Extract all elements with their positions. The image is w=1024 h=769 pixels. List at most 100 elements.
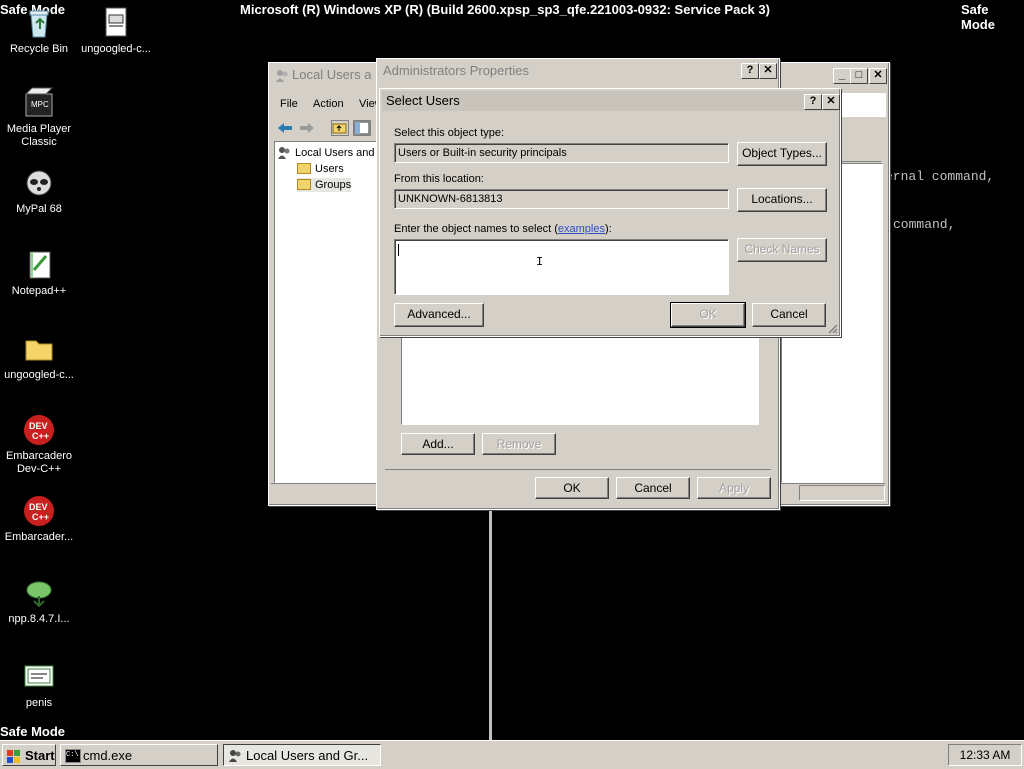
desktop-icon-label: Recycle Bin [9, 43, 69, 55]
minimize-button[interactable]: _ [833, 68, 851, 84]
names-label: Enter the object names to select (exampl… [394, 223, 612, 235]
tree-root[interactable]: Local Users and [277, 146, 375, 160]
os-build-banner: Microsoft (R) Windows XP (R) (Build 2600… [240, 2, 770, 17]
taskbar-item-label: Local Users and Gr... [246, 748, 369, 763]
select-users-titlebar[interactable]: Select Users [382, 91, 838, 111]
cancel-button[interactable]: Cancel [616, 477, 690, 499]
desktop-icon-label: Notepad++ [11, 285, 67, 297]
remove-member-button[interactable]: Remove [482, 433, 556, 455]
devcpp-icon: DEV C++ [22, 413, 56, 447]
menu-file[interactable]: File [280, 98, 298, 110]
svg-text:MPC: MPC [31, 100, 49, 109]
object-names-input[interactable] [394, 239, 729, 295]
help-button[interactable]: ? [804, 94, 822, 110]
maximize-button[interactable]: □ [850, 68, 868, 84]
open-folder-icon [297, 179, 311, 190]
examples-link[interactable]: examples [558, 223, 605, 235]
tree-pane[interactable] [274, 141, 380, 483]
menu-action[interactable]: Action [313, 98, 344, 110]
taskbar-item-label: cmd.exe [83, 748, 133, 763]
windows-logo-icon [7, 749, 21, 763]
add-member-button[interactable]: Add... [401, 433, 475, 455]
users-icon [228, 748, 242, 762]
media-player-icon: MPC [22, 86, 56, 120]
svg-text:DEV: DEV [29, 421, 48, 431]
forward-arrow-icon[interactable] [300, 122, 314, 134]
raccoon-icon [22, 166, 56, 200]
installer-icon [22, 576, 56, 610]
start-button[interactable]: Start [2, 744, 56, 766]
object-type-field: Users or Built-in security principals [394, 143, 729, 163]
tab-panel-border [385, 469, 771, 470]
resize-grip-icon[interactable] [826, 322, 838, 334]
advanced-button[interactable]: Advanced... [394, 303, 484, 327]
ibeam-cursor-icon: I [536, 255, 544, 269]
devcpp-icon: DEV C++ [22, 494, 56, 528]
svg-text:DEV: DEV [29, 502, 48, 512]
media-player-classic-shortcut[interactable]: MPC Media Player Classic [0, 86, 78, 149]
tree-item-groups[interactable]: Groups [297, 178, 352, 192]
devcpp-shortcut-1[interactable]: DEV C++ Embarcadero Dev-C++ [0, 413, 78, 476]
object-type-label: Select this object type: [394, 127, 505, 139]
top-right-strip [841, 93, 886, 117]
locations-button[interactable]: Locations... [737, 188, 827, 212]
tree-root-label: Local Users and [295, 147, 375, 159]
ok-button[interactable]: OK [670, 302, 746, 328]
help-button[interactable]: ? [741, 63, 759, 79]
console-text-1: ernal command, [885, 169, 995, 184]
certificate-icon [22, 660, 56, 694]
show-tree-icon[interactable] [353, 120, 371, 136]
safe-mode-top-right: Safe Mode [961, 2, 995, 32]
names-label-suffix: ): [604, 223, 612, 235]
mypal-shortcut[interactable]: MyPal 68 [0, 166, 78, 216]
close-button[interactable]: ✕ [822, 94, 840, 110]
desktop-icon-label: ungoogled-c... [4, 369, 74, 381]
recycle-bin-icon [22, 6, 56, 40]
back-arrow-icon[interactable] [278, 122, 292, 134]
names-label-prefix: Enter the object names to select ( [394, 223, 558, 235]
svg-text:C++: C++ [32, 512, 49, 522]
ungoogled-chromium-folder[interactable]: ungoogled-c... [0, 332, 78, 382]
desktop-icon-label: penis [25, 697, 53, 709]
tree-item-users[interactable]: Users [297, 162, 344, 176]
close-button[interactable]: ✕ [869, 68, 887, 84]
penis-shortcut[interactable]: penis [0, 660, 78, 710]
admin-properties-titlebar[interactable]: Administrators Properties [379, 61, 777, 81]
status-panel [799, 485, 885, 501]
taskbar-item-lusrmgr[interactable]: Local Users and Gr... [223, 744, 381, 766]
apply-button[interactable]: Apply [697, 477, 771, 499]
cancel-button[interactable]: Cancel [752, 303, 826, 327]
taskbar-item-cmd[interactable]: C:\ cmd.exe [60, 744, 218, 766]
ok-button[interactable]: OK [535, 477, 609, 499]
lusrmgr-title: Local Users a [292, 67, 372, 82]
devcpp-shortcut-2[interactable]: DEV C++ Embarcader... [0, 494, 78, 544]
ungoogled-chromium-shortcut-1[interactable]: ungoogled-c... [77, 6, 155, 56]
notepadpp-shortcut[interactable]: Notepad++ [0, 248, 78, 298]
notepadpp-icon [22, 248, 56, 282]
check-names-button[interactable]: Check Names [737, 238, 827, 262]
admin-properties-title: Administrators Properties [383, 63, 529, 78]
location-label: From this location: [394, 173, 484, 185]
up-folder-icon[interactable] [331, 120, 349, 136]
members-list[interactable] [401, 337, 759, 425]
select-users-dialog[interactable]: Select Users ? ✕ Select this object type… [379, 88, 841, 337]
npp-installer-shortcut[interactable]: npp.8.4.7.I... [0, 576, 78, 626]
desktop-icon-label: Media Player Classic [6, 123, 72, 148]
object-types-button[interactable]: Object Types... [737, 142, 827, 166]
folder-icon [22, 332, 56, 366]
system-tray: 12:33 AM [948, 744, 1022, 766]
close-button[interactable]: ✕ [759, 63, 777, 79]
recycle-bin-shortcut[interactable]: Recycle Bin [0, 6, 78, 56]
desktop-icon-label: npp.8.4.7.I... [8, 613, 70, 625]
location-field: UNKNOWN-6813813 [394, 189, 729, 209]
folder-icon [297, 163, 311, 174]
console-divider [489, 505, 492, 740]
text-caret [398, 244, 399, 256]
file-icon [99, 6, 133, 40]
safe-mode-bottom-left: Safe Mode [0, 724, 66, 739]
desktop-icon-label: MyPal 68 [16, 203, 62, 215]
cmd-icon: C:\ [65, 749, 81, 763]
desktop-icon-label: ungoogled-c... [81, 43, 151, 55]
clock[interactable]: 12:33 AM [949, 745, 1021, 765]
desktop-icon-label: Embarcadero Dev-C++ [5, 450, 73, 475]
